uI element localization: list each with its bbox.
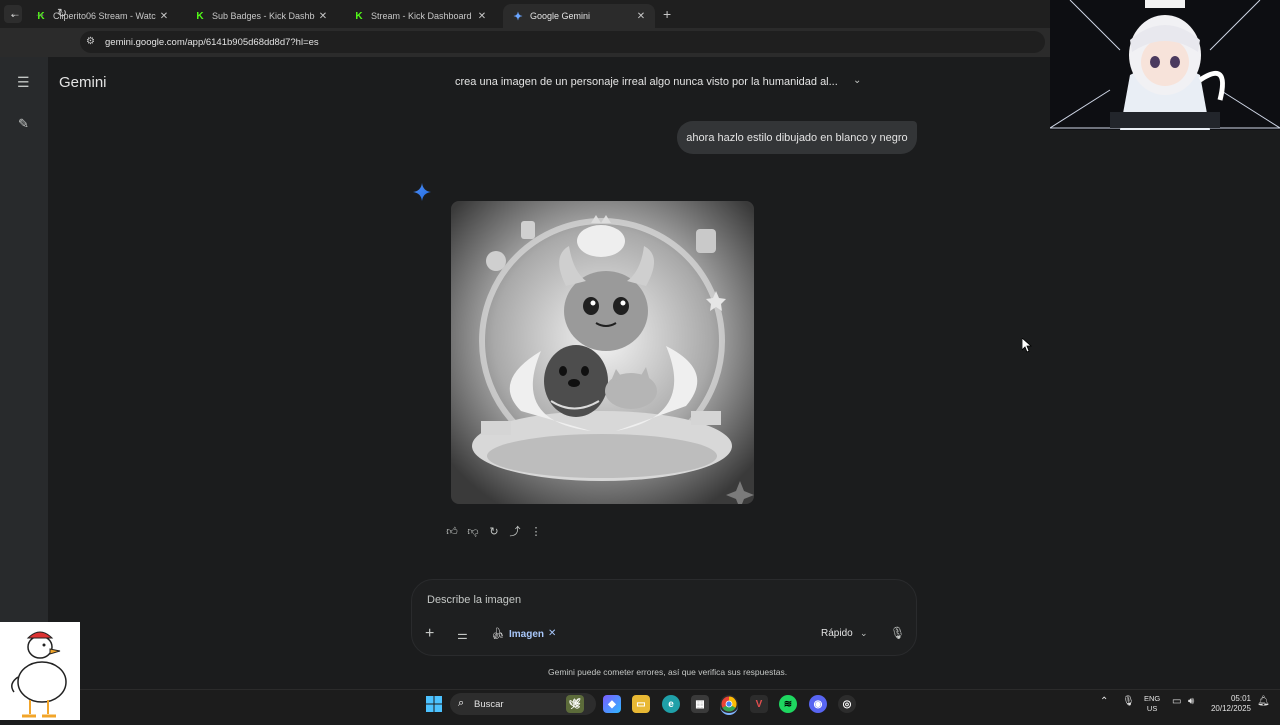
image-tool-chip[interactable]: Imagen (509, 629, 544, 640)
edge-icon[interactable]: e (662, 695, 680, 713)
add-icon[interactable]: + (425, 625, 434, 643)
tab-cliperito[interactable]: K Cliperito06 Stream - Watch Live ✕ (26, 4, 178, 28)
gemini-logo-text[interactable]: Gemini (59, 74, 107, 91)
thumbs-up-icon[interactable]: 👍︎ (445, 524, 459, 538)
microphone-icon[interactable]: 🎙︎ (1122, 696, 1135, 707)
windows-start-icon[interactable] (425, 695, 443, 713)
obs-icon[interactable]: ◎ (838, 695, 856, 713)
response-actions: 👍︎ 👎︎ ↻ ⤴ ⋮ (445, 524, 543, 539)
mouse-cursor-icon (1021, 337, 1033, 358)
search-highlight-icon[interactable]: 🌿︎ (566, 695, 584, 713)
share-icon[interactable]: ⤴ (508, 524, 522, 538)
generated-image[interactable] (451, 201, 754, 504)
network-icon[interactable]: ▭ (1172, 696, 1181, 707)
conversation-title[interactable]: crea una imagen de un personaje irreal a… (455, 76, 838, 88)
prompt-box (411, 579, 917, 656)
kick-icon: K (353, 10, 365, 22)
regenerate-icon[interactable]: ↻ (487, 524, 501, 538)
close-icon[interactable]: ✕ (156, 11, 172, 22)
close-icon[interactable]: ✕ (548, 628, 556, 639)
duck-mascot-overlay (0, 622, 80, 720)
clock-date: 20/12/2025 (1210, 704, 1251, 713)
menu-icon[interactable]: ☰ (17, 74, 30, 91)
gemini-icon: ✦ (513, 10, 523, 23)
discord-icon[interactable]: ◉ (809, 695, 827, 713)
clock-time: 05:01 (1230, 694, 1251, 703)
file-explorer-icon[interactable]: ▭ (632, 695, 650, 713)
tab-label: Google Gemini (530, 11, 591, 21)
disclaimer-text: Gemini puede cometer errores, así que ve… (548, 667, 788, 677)
copilot-icon[interactable]: ◆ (603, 695, 621, 713)
close-icon[interactable]: ✕ (633, 11, 649, 22)
language-code: ENG (1144, 694, 1161, 703)
chevron-down-icon[interactable]: ⌄ (853, 75, 861, 86)
system-clock[interactable]: 05:01 20/12/2025 (1208, 694, 1251, 714)
close-icon[interactable]: ✕ (474, 11, 490, 22)
site-info-icon[interactable]: ⚙ (86, 36, 95, 47)
mode-selector[interactable]: Rápido (821, 628, 853, 639)
prompt-input[interactable]: Describe la imagen (427, 594, 521, 606)
user-message-text: ahora hazlo estilo dibujado en blanco y … (686, 131, 908, 144)
chevron-up-icon[interactable]: ⌃ (1100, 696, 1108, 707)
notification-bell-icon[interactable]: 🔔︎ (1257, 696, 1270, 707)
region-code: US (1146, 704, 1158, 713)
microphone-icon[interactable]: 🎙︎ (890, 626, 905, 640)
tab-stream[interactable]: K Stream - Kick Dashboard ✕ (344, 4, 496, 28)
user-message: ahora hazlo estilo dibujado en blanco y … (677, 121, 917, 154)
store-icon[interactable]: ▦ (691, 695, 709, 713)
gemini-sidebar (0, 57, 48, 622)
tab-google-gemini[interactable]: ✦ Google Gemini ✕ (503, 4, 655, 28)
close-icon[interactable]: ✕ (315, 11, 331, 22)
thumbs-down-icon[interactable]: 👎︎ (466, 524, 480, 538)
streamer-webcam (1050, 0, 1280, 130)
more-options-icon[interactable]: ⋮ (529, 524, 543, 538)
banana-icon: 🍌︎ (491, 628, 505, 640)
tab-label: Cliperito06 Stream - Watch Live (53, 11, 156, 21)
spotify-icon[interactable]: ≋ (779, 695, 797, 713)
chevron-down-icon[interactable]: ⌄ (860, 628, 868, 639)
volume-icon[interactable]: 🔊︎ (1188, 696, 1194, 707)
tab-sub-badges[interactable]: K Sub Badges - Kick Dashboard ✕ (185, 4, 337, 28)
valorant-icon[interactable]: V (750, 695, 768, 713)
back-icon[interactable]: ← (9, 6, 21, 20)
gemini-sparkle-icon (413, 183, 431, 206)
reload-icon[interactable]: ↻ (57, 6, 67, 20)
new-tab-button[interactable]: + (663, 6, 671, 22)
kick-icon: K (194, 10, 206, 22)
new-chat-icon[interactable]: ✎ (18, 116, 29, 132)
tab-label: Sub Badges - Kick Dashboard (212, 11, 315, 21)
url-text[interactable]: gemini.google.com/app/6141b905d68dd8d7?h… (105, 37, 319, 48)
taskbar-search-placeholder: Buscar (474, 699, 504, 710)
tools-icon[interactable]: ⚌ (457, 628, 468, 642)
chrome-icon[interactable] (720, 695, 738, 715)
search-icon: ⌕ (458, 697, 465, 709)
tab-label: Stream - Kick Dashboard (371, 11, 472, 21)
forward-icon[interactable]: → (34, 6, 46, 20)
language-indicator[interactable]: ENG US (1144, 694, 1160, 714)
